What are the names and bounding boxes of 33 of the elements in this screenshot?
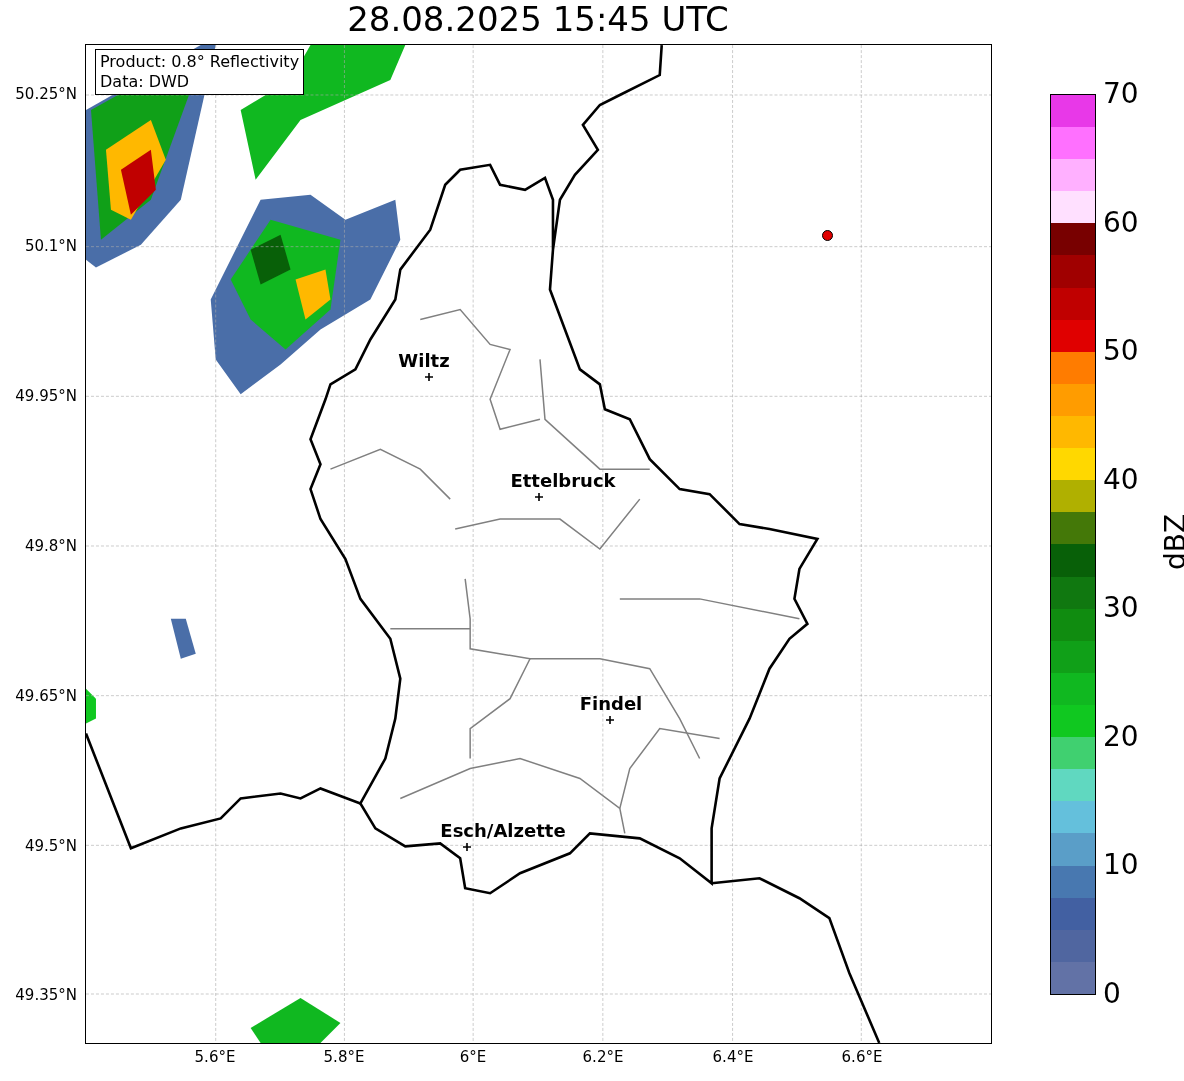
scale-label: 10 bbox=[1103, 849, 1139, 882]
latitude-label: 50.25°N bbox=[15, 85, 77, 103]
latitude-label: 49.95°N bbox=[15, 387, 77, 405]
latitude-label: 49.8°N bbox=[24, 537, 77, 555]
city-marker-icon bbox=[425, 373, 433, 381]
info-text: Product: 0.8° Reflectivity bbox=[100, 52, 300, 72]
city-marker-icon bbox=[535, 493, 543, 501]
chart-title: 28.08.2025 15:45 UTC bbox=[346, 0, 730, 41]
city-label: Ettelbruck bbox=[510, 471, 616, 491]
latitude-label: 49.5°N bbox=[24, 837, 77, 855]
scale-label: 30 bbox=[1103, 592, 1139, 625]
info-text: Data: DWD bbox=[100, 72, 191, 92]
longitude-label: 6.6°E bbox=[841, 1048, 883, 1066]
latitude-label: 49.35°N bbox=[15, 986, 77, 1004]
city-label: Esch/Alzette bbox=[440, 821, 566, 841]
city-marker-icon bbox=[463, 843, 471, 851]
longitude-label: 5.8°E bbox=[323, 1048, 365, 1066]
longitude-label: 6.4°E bbox=[712, 1048, 754, 1066]
scale-label: 60 bbox=[1103, 206, 1139, 239]
station-marker-icon bbox=[822, 230, 833, 241]
scale-label: 50 bbox=[1103, 335, 1139, 368]
scale-label: 70 bbox=[1103, 78, 1139, 110]
latitude-label: 50.1°N bbox=[24, 237, 77, 255]
scale-label: 0 bbox=[1103, 978, 1121, 1010]
scale-label: 40 bbox=[1103, 463, 1139, 496]
longitude-label: 6°E bbox=[459, 1048, 487, 1066]
scale-label: 20 bbox=[1103, 720, 1139, 753]
city-label: Findel bbox=[579, 694, 643, 714]
city-label: Wiltz bbox=[398, 351, 450, 371]
longitude-label: 6.2°E bbox=[582, 1048, 624, 1066]
city-marker-icon bbox=[606, 716, 614, 724]
longitude-label: 5.6°E bbox=[194, 1048, 236, 1066]
latitude-label: 49.65°N bbox=[15, 687, 77, 705]
